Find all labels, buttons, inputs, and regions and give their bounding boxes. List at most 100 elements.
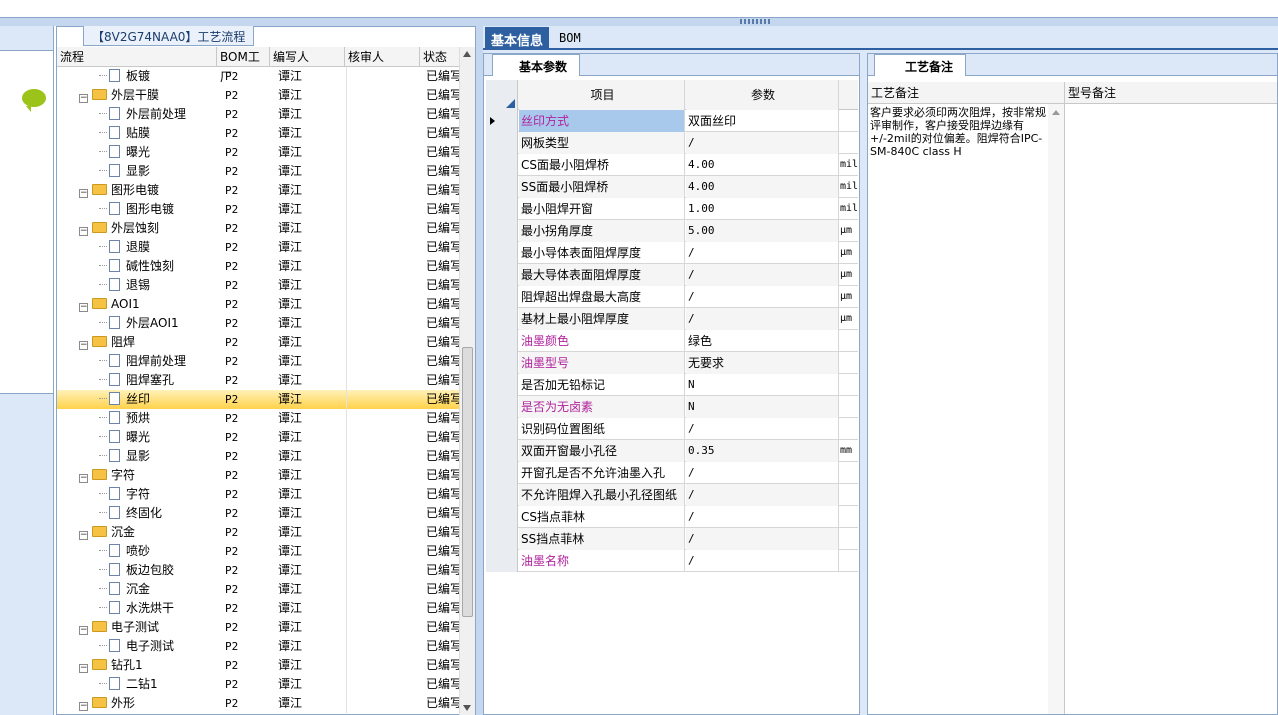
tree-row[interactable]: 水洗烘干 P2 谭江 已编写 <box>57 599 459 618</box>
tree-row[interactable]: 退膜 P2 谭江 已编写 <box>57 238 459 257</box>
tree-row[interactable]: 预烘 P2 谭江 已编写 <box>57 409 459 428</box>
row-indicator[interactable] <box>486 132 518 154</box>
tree-node[interactable]: 外层前处理 <box>99 105 186 124</box>
col-header-model-note[interactable]: 型号备注 <box>1065 82 1277 104</box>
tree-row[interactable]: − 电子测试 P2 谭江 已编写 <box>57 618 459 637</box>
scroll-down-icon[interactable] <box>463 705 471 711</box>
tree-row[interactable]: 碱性蚀刻 P2 谭江 已编写 <box>57 257 459 276</box>
tree-node[interactable]: 阻焊塞孔 <box>99 371 174 390</box>
tree-node[interactable]: − 外层蚀刻 <box>79 219 159 238</box>
tree-node[interactable]: 二钻1 <box>99 675 158 694</box>
param-row[interactable]: 基材上最小阻焊厚度 / μm <box>486 308 858 330</box>
col-header-process-note[interactable]: 工艺备注 <box>868 82 1065 104</box>
tree-row[interactable]: − 图形电镀 P2 谭江 已编写 <box>57 181 459 200</box>
tree-row[interactable]: 曝光 P2 谭江 已编写 <box>57 143 459 162</box>
param-row[interactable]: 识别码位置图纸 / <box>486 418 858 440</box>
tree-row[interactable]: − 阻焊 P2 谭江 已编写 <box>57 333 459 352</box>
param-value[interactable]: / <box>686 462 839 484</box>
chat-bubble-icon[interactable] <box>22 89 46 112</box>
row-indicator[interactable] <box>486 198 518 220</box>
row-indicator[interactable] <box>486 242 518 264</box>
tree-row[interactable]: − AOI1 P2 谭江 已编写 <box>57 295 459 314</box>
row-indicator[interactable] <box>486 528 518 550</box>
process-note-text[interactable]: 客户要求必须印两次阻焊，按非常规评审制作，客户接受阻焊边缘有+/-2mil的对位… <box>870 106 1048 158</box>
tree-node[interactable]: 喷砂 <box>99 542 150 561</box>
param-value[interactable]: 4.00 <box>686 154 839 176</box>
tree-node[interactable]: 退锡 <box>99 276 150 295</box>
row-indicator[interactable] <box>486 550 518 572</box>
tree-row[interactable]: 字符 P2 谭江 已编写 <box>57 485 459 504</box>
tree-node[interactable]: 显影 <box>99 162 150 181</box>
row-indicator[interactable] <box>486 374 518 396</box>
row-indicator[interactable] <box>486 462 518 484</box>
tree-row[interactable]: − 钻孔1 P2 谭江 已编写 <box>57 656 459 675</box>
vertical-splitter[interactable] <box>476 26 483 715</box>
tree-node[interactable]: − 沉金 <box>79 523 135 542</box>
tree-row[interactable]: 显影 P2 谭江 已编写 <box>57 162 459 181</box>
tree-node[interactable]: 图形电镀 <box>99 200 174 219</box>
tree-node[interactable]: 曝光 <box>99 428 150 447</box>
param-row[interactable]: 油墨型号 无要求 <box>486 352 858 374</box>
note-scrollbar[interactable] <box>1048 104 1064 714</box>
tree-node[interactable]: 贴膜 <box>99 124 150 143</box>
tree-row[interactable]: 沉金 P2 谭江 已编写 <box>57 580 459 599</box>
param-value[interactable]: / <box>686 308 839 330</box>
note-scroll-up-icon[interactable] <box>1052 110 1060 115</box>
param-value[interactable]: 0.35 <box>686 440 839 462</box>
tree-row[interactable]: − 外层蚀刻 P2 谭江 已编写 <box>57 219 459 238</box>
tree-row[interactable]: 喷砂 P2 谭江 已编写 <box>57 542 459 561</box>
param-row[interactable]: 最小拐角厚度 5.00 μm <box>486 220 858 242</box>
row-indicator[interactable] <box>486 286 518 308</box>
row-indicator[interactable] <box>486 176 518 198</box>
param-row[interactable]: 油墨名称 / <box>486 550 858 572</box>
tree-node[interactable]: 预烘 <box>99 409 150 428</box>
tree-scrollbar[interactable] <box>459 47 475 715</box>
tree-row[interactable]: − 沉金 P2 谭江 已编写 <box>57 523 459 542</box>
tab-process-notes[interactable]: 工艺备注 <box>874 54 967 76</box>
collapse-toggle-icon[interactable]: − <box>79 474 88 483</box>
scroll-up-icon[interactable] <box>463 51 471 57</box>
param-value[interactable]: 4.00 <box>686 176 839 198</box>
param-value[interactable]: 绿色 <box>686 330 839 352</box>
tree-row[interactable]: 终固化 P2 谭江 已编写 <box>57 504 459 523</box>
param-value[interactable]: / <box>686 286 839 308</box>
row-indicator[interactable] <box>486 506 518 528</box>
col-header-writer[interactable]: 编写人 <box>270 47 345 67</box>
tab-basic-params[interactable]: 基本参数 <box>492 54 581 76</box>
tree-node[interactable]: 电子测试 <box>99 637 174 656</box>
col-header-param[interactable]: 参数 <box>686 80 839 110</box>
param-value[interactable]: 无要求 <box>686 352 839 374</box>
row-indicator[interactable] <box>486 110 518 132</box>
tree-node[interactable]: 阻焊前处理 <box>99 352 186 371</box>
tree-row[interactable]: 阻焊前处理 P2 谭江 已编写 <box>57 352 459 371</box>
tree-row[interactable]: 外层前处理 P2 谭江 已编写 <box>57 105 459 124</box>
param-value[interactable]: / <box>686 528 839 550</box>
tree-node[interactable]: − 图形电镀 <box>79 181 159 200</box>
row-indicator[interactable] <box>486 352 518 374</box>
param-row[interactable]: 阻焊超出焊盘最大高度 / μm <box>486 286 858 308</box>
param-row[interactable]: CS面最小阻焊桥 4.00 mil <box>486 154 858 176</box>
tree-node[interactable]: − 阻焊 <box>79 333 135 352</box>
col-header-reviewer[interactable]: 核审人 <box>345 47 420 67</box>
tree-row[interactable]: 丝印 P2 谭江 已编写 <box>57 390 459 409</box>
collapse-toggle-icon[interactable]: − <box>79 702 88 711</box>
tree-row[interactable]: 板边包胶 P2 谭江 已编写 <box>57 561 459 580</box>
param-row[interactable]: 是否为无卤素 N <box>486 396 858 418</box>
collapse-toggle-icon[interactable]: − <box>79 227 88 236</box>
tree-row[interactable]: 图形电镀 P2 谭江 已编写 <box>57 200 459 219</box>
collapse-toggle-icon[interactable]: − <box>79 94 88 103</box>
tree-node[interactable]: 显影 <box>99 447 150 466</box>
tree-row[interactable]: − 外层干膜 P2 谭江 已编写 <box>57 86 459 105</box>
inner-splitter[interactable] <box>860 53 867 715</box>
param-row[interactable]: 最小导体表面阻焊厚度 / μm <box>486 242 858 264</box>
tree-node[interactable]: − AOI1 <box>79 295 140 314</box>
param-value[interactable]: N <box>686 374 839 396</box>
row-indicator[interactable] <box>486 396 518 418</box>
param-row[interactable]: 开窗孔是否不允许油墨入孔 / <box>486 462 858 484</box>
tree-node[interactable]: 丝印 <box>99 390 150 409</box>
collapse-toggle-icon[interactable]: − <box>79 531 88 540</box>
param-value[interactable]: / <box>686 242 839 264</box>
tree-node[interactable]: 板镀 <box>99 67 150 86</box>
param-value[interactable]: / <box>686 506 839 528</box>
tree-row[interactable]: 外层AOI1 P2 谭江 已编写 <box>57 314 459 333</box>
